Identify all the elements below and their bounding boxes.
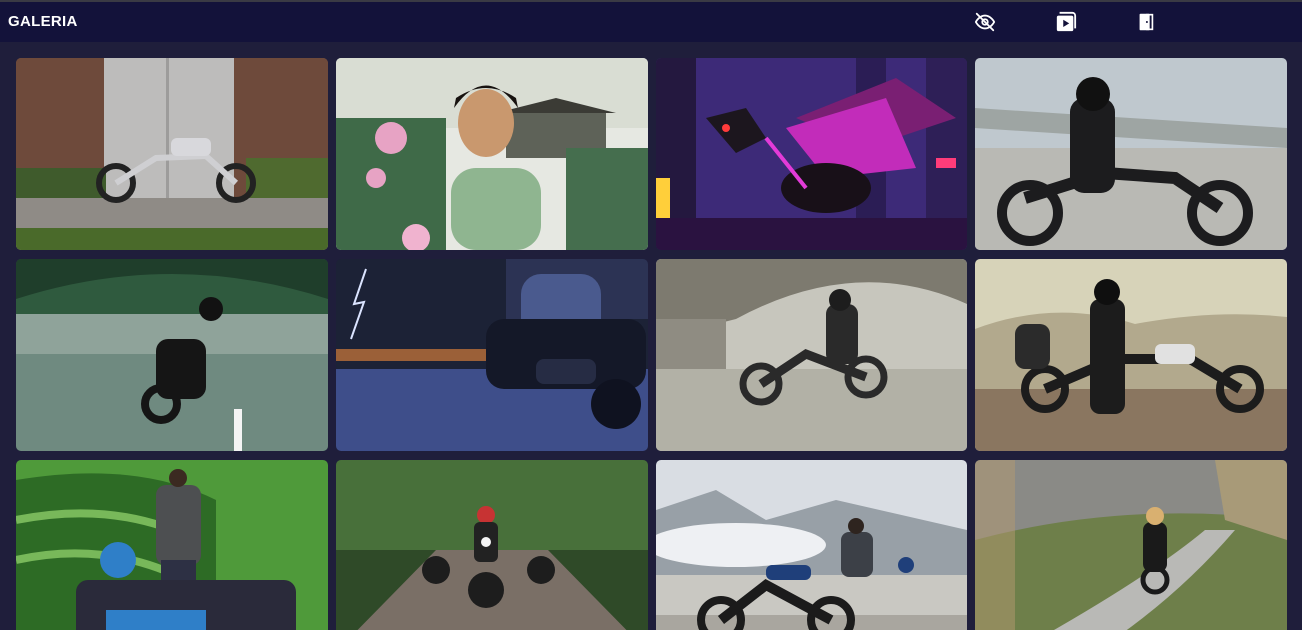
gallery-image[interactable] [975, 460, 1287, 630]
gallery-image[interactable] [656, 58, 967, 250]
gallery-image[interactable] [656, 259, 967, 451]
exit-button[interactable] [1134, 10, 1158, 34]
eye-off-icon [974, 12, 996, 32]
gallery-image[interactable] [16, 58, 328, 250]
slideshow-button[interactable] [1054, 10, 1078, 34]
gallery-image[interactable] [336, 460, 648, 630]
page-title: GALERIA [8, 13, 78, 30]
gallery-image[interactable] [975, 259, 1287, 451]
header-bar: GALERIA [0, 2, 1302, 42]
gallery-image[interactable] [975, 58, 1287, 250]
image-gallery [16, 58, 1287, 630]
gallery-image[interactable] [336, 58, 648, 250]
gallery-image[interactable] [336, 259, 648, 451]
hide-button[interactable] [973, 10, 997, 34]
play-video-icon [1056, 11, 1077, 32]
exit-door-icon [1139, 13, 1154, 31]
gallery-image[interactable] [16, 259, 328, 451]
gallery-image[interactable] [16, 460, 328, 630]
gallery-image[interactable] [656, 460, 967, 630]
